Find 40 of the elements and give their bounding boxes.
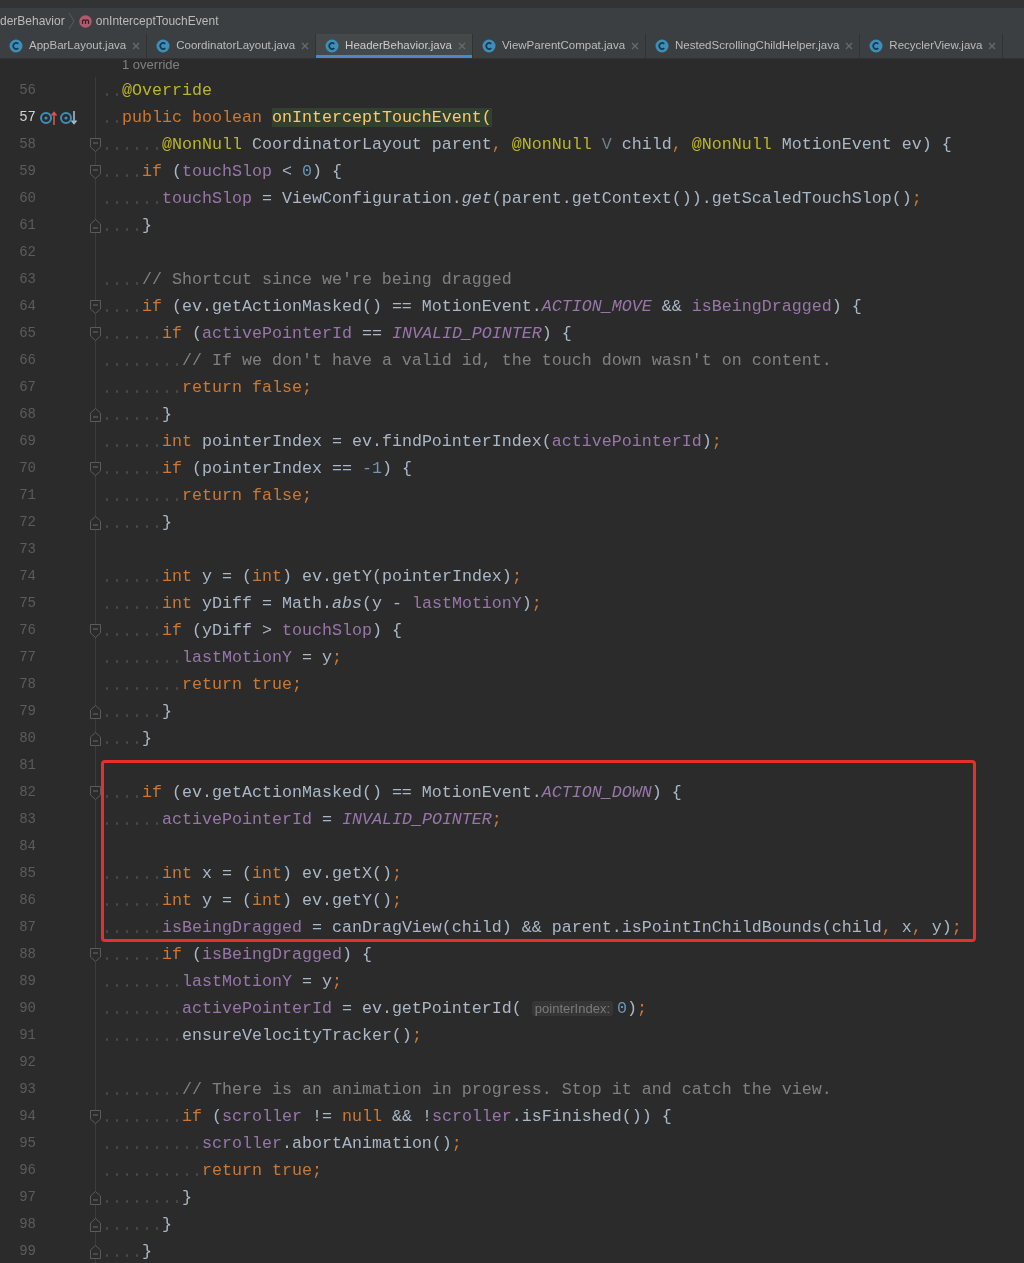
code-line: return false; xyxy=(102,483,312,508)
code-line: public boolean onInterceptTouchEvent( xyxy=(102,105,492,130)
code-line: return true; xyxy=(102,672,302,697)
editor-tab[interactable]: RecyclerView.java xyxy=(860,34,1004,58)
code-line: if (touchSlop < 0) { xyxy=(102,159,342,184)
code-line: int y = (int) ev.getY(); xyxy=(102,888,402,913)
code-line: if (ev.getActionMasked() == MotionEvent.ACTION_DOWN) { xyxy=(102,780,682,805)
editor-tab[interactable]: ViewParentCompat.java xyxy=(472,34,647,58)
code-line: activePointerId = ev.getPointerId( pointerIndex: 0); xyxy=(102,996,647,1021)
code-line: return true; xyxy=(102,1158,322,1183)
code-line: if (ev.getActionMasked() == MotionEvent.ACTION_MOVE && isBeingDragged) { xyxy=(102,294,862,319)
editor-tab[interactable]: NestedScrollingChildHelper.java xyxy=(646,34,861,58)
code-line: if (activePointerId == INVALID_POINTER) { xyxy=(102,321,572,346)
code-line: int x = (int) ev.getX(); xyxy=(102,861,402,886)
code-line: isBeingDragged = canDragView(child) && parent.isPointInChildBounds(child, x, y); xyxy=(102,915,962,940)
code-line: scroller.abortAnimation(); xyxy=(102,1131,462,1156)
code-line: @NonNull CoordinatorLayout parent, @NonNull V child, @NonNull MotionEvent ev) { xyxy=(102,132,952,157)
code-line: if (scroller != null && !scroller.isFinished()) { xyxy=(102,1104,672,1129)
code-line: // Shortcut since we're being dragged xyxy=(102,267,512,292)
breadcrumb-item[interactable]: onInterceptTouchEvent xyxy=(78,12,219,30)
editor-tab[interactable]: AppBarLayout.java xyxy=(0,34,148,58)
code-line: lastMotionY = y; xyxy=(102,645,342,670)
code-line: int yDiff = Math.abs(y - lastMotionY); xyxy=(102,591,542,616)
code-line: @Override xyxy=(102,78,212,103)
code-line: return false; xyxy=(102,375,312,400)
code-line: if (isBeingDragged) { xyxy=(102,942,372,967)
code-line: ensureVelocityTracker(); xyxy=(102,1023,422,1048)
editor-tab[interactable]: HeaderBehavior.java xyxy=(316,34,473,58)
code-line: if (yDiff > touchSlop) { xyxy=(102,618,402,643)
line-number: 57 xyxy=(18,108,36,127)
breadcrumb-item[interactable]: derBehavior xyxy=(0,12,65,30)
code-line: touchSlop = ViewConfiguration.get(parent.getContext()).getScaledTouchSlop(); xyxy=(102,186,922,211)
code-vision-hint[interactable]: 1 override xyxy=(122,59,180,77)
code-line: int pointerIndex = ev.findPointerIndex(activePointerId); xyxy=(102,429,722,454)
code-line: // There is an animation in progress. Stop it and catch the view. xyxy=(102,1077,832,1102)
code-line: lastMotionY = y; xyxy=(102,969,342,994)
code-line: if (pointerIndex == -1) { xyxy=(102,456,412,481)
code-line: // If we don't have a valid id, the touch down wasn't on content. xyxy=(102,348,832,373)
code-line: int y = (int) ev.getY(pointerIndex); xyxy=(102,564,522,589)
code-line: activePointerId = INVALID_POINTER; xyxy=(102,807,502,832)
